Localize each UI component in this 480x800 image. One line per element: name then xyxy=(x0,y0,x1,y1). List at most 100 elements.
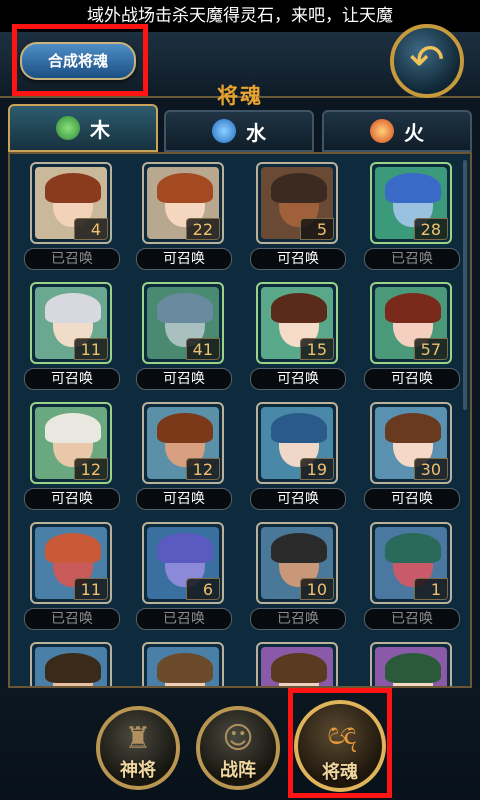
tab-wood[interactable]: 木 xyxy=(8,104,158,152)
portrait-hair xyxy=(157,653,213,683)
portrait-hair xyxy=(271,293,327,323)
portrait-hair xyxy=(385,173,441,203)
summon-status[interactable]: 可召唤 xyxy=(250,368,346,390)
portrait-hair xyxy=(271,653,327,683)
portrait-frame: 28 xyxy=(370,162,452,244)
soul-card[interactable]: 41 可召唤 xyxy=(136,282,232,390)
soul-count: 11 xyxy=(74,578,108,600)
portrait-frame: 11 xyxy=(30,522,112,604)
back-button[interactable]: ↶ xyxy=(390,24,464,98)
hero-portrait xyxy=(375,647,447,686)
tab-fire[interactable]: 火 xyxy=(322,110,472,152)
highlight-soul-nav-box xyxy=(288,688,392,798)
soul-count: 28 xyxy=(414,218,448,240)
soul-card[interactable]: 11 已召唤 xyxy=(24,522,120,630)
portrait-frame: 6 xyxy=(142,522,224,604)
portrait-frame: 5 xyxy=(256,162,338,244)
portrait-hair xyxy=(271,173,327,203)
soul-card[interactable]: 6 已召唤 xyxy=(136,522,232,630)
summon-status[interactable]: 已召唤 xyxy=(24,248,120,270)
hero-portrait xyxy=(261,647,333,686)
soul-count: 30 xyxy=(414,458,448,480)
summon-status[interactable]: 已召唤 xyxy=(364,248,460,270)
soul-card[interactable]: 4 已召唤 xyxy=(24,162,120,270)
summon-status[interactable]: 可召唤 xyxy=(136,488,232,510)
summon-status[interactable]: 可召唤 xyxy=(364,488,460,510)
summon-status[interactable]: 可召唤 xyxy=(24,368,120,390)
scrollbar[interactable] xyxy=(463,160,467,410)
soul-grid-panel[interactable]: 4 已召唤 22 可召唤 5 可召唤 28 已召唤 11 可召唤 41 可召唤 15 可召唤 57 可召唤 12… xyxy=(8,152,472,688)
nav-formation[interactable]: ☺ 战阵 xyxy=(196,706,280,790)
nav-label: 神将 xyxy=(120,760,156,781)
nav-generals[interactable]: ♜ 神将 xyxy=(96,706,180,790)
formation-people-icon: ☺ xyxy=(222,721,254,756)
portrait-frame: 1 xyxy=(370,522,452,604)
back-arrow-icon: ↶ xyxy=(409,35,445,84)
portrait-hair xyxy=(45,173,101,203)
soul-count: 5 xyxy=(300,218,334,240)
summon-status[interactable]: 已召唤 xyxy=(250,608,346,630)
summon-status[interactable]: 可召唤 xyxy=(136,248,232,270)
soul-card[interactable] xyxy=(256,642,342,686)
element-tabs: 木 水 火 xyxy=(0,104,480,152)
helmet-icon: ♜ xyxy=(124,721,152,756)
summon-status[interactable]: 已召唤 xyxy=(364,608,460,630)
portrait-frame: 30 xyxy=(370,402,452,484)
soul-count: 4 xyxy=(74,218,108,240)
portrait-hair xyxy=(385,653,441,683)
tab-water[interactable]: 水 xyxy=(164,110,314,152)
soul-card[interactable] xyxy=(370,642,456,686)
portrait-frame xyxy=(30,642,112,686)
summon-status[interactable]: 已召唤 xyxy=(24,608,120,630)
soul-card[interactable]: 15 可召唤 xyxy=(250,282,346,390)
summon-status[interactable]: 可召唤 xyxy=(250,488,346,510)
soul-card[interactable]: 57 可召唤 xyxy=(364,282,460,390)
portrait-frame: 57 xyxy=(370,282,452,364)
portrait-frame: 11 xyxy=(30,282,112,364)
hero-portrait xyxy=(147,647,219,686)
portrait-frame: 12 xyxy=(30,402,112,484)
soul-count: 11 xyxy=(74,338,108,360)
portrait-hair xyxy=(45,293,101,323)
summon-status[interactable]: 可召唤 xyxy=(250,248,346,270)
portrait-frame xyxy=(370,642,452,686)
summon-status[interactable]: 可召唤 xyxy=(24,488,120,510)
summon-status[interactable]: 可召唤 xyxy=(364,368,460,390)
soul-card[interactable]: 12 可召唤 xyxy=(136,402,232,510)
portrait-hair xyxy=(385,533,441,563)
portrait-frame: 10 xyxy=(256,522,338,604)
portrait-frame xyxy=(142,642,224,686)
portrait-frame: 41 xyxy=(142,282,224,364)
soul-card[interactable]: 5 可召唤 xyxy=(250,162,346,270)
soul-count: 22 xyxy=(186,218,220,240)
soul-card[interactable]: 12 可召唤 xyxy=(24,402,120,510)
soul-count: 12 xyxy=(186,458,220,480)
soul-count: 15 xyxy=(300,338,334,360)
summon-status[interactable]: 已召唤 xyxy=(136,608,232,630)
soul-card[interactable]: 10 已召唤 xyxy=(250,522,346,630)
portrait-hair xyxy=(157,293,213,323)
soul-count: 10 xyxy=(300,578,334,600)
portrait-hair xyxy=(385,413,441,443)
soul-card[interactable]: 30 可召唤 xyxy=(364,402,460,510)
soul-count: 57 xyxy=(414,338,448,360)
portrait-hair xyxy=(157,413,213,443)
soul-card[interactable] xyxy=(30,642,116,686)
leaf-icon xyxy=(56,116,80,140)
soul-card[interactable]: 11 可召唤 xyxy=(24,282,120,390)
soul-card[interactable]: 19 可召唤 xyxy=(250,402,346,510)
soul-card[interactable]: 22 可召唤 xyxy=(136,162,232,270)
soul-card[interactable] xyxy=(142,642,228,686)
portrait-hair xyxy=(385,293,441,323)
portrait-frame xyxy=(256,642,338,686)
summon-status[interactable]: 可召唤 xyxy=(136,368,232,390)
portrait-hair xyxy=(45,533,101,563)
portrait-hair xyxy=(45,653,101,683)
soul-card[interactable]: 28 已召唤 xyxy=(364,162,460,270)
portrait-frame: 15 xyxy=(256,282,338,364)
portrait-hair xyxy=(271,533,327,563)
soul-count: 19 xyxy=(300,458,334,480)
soul-count: 1 xyxy=(414,578,448,600)
soul-card[interactable]: 1 已召唤 xyxy=(364,522,460,630)
portrait-hair xyxy=(45,413,101,443)
